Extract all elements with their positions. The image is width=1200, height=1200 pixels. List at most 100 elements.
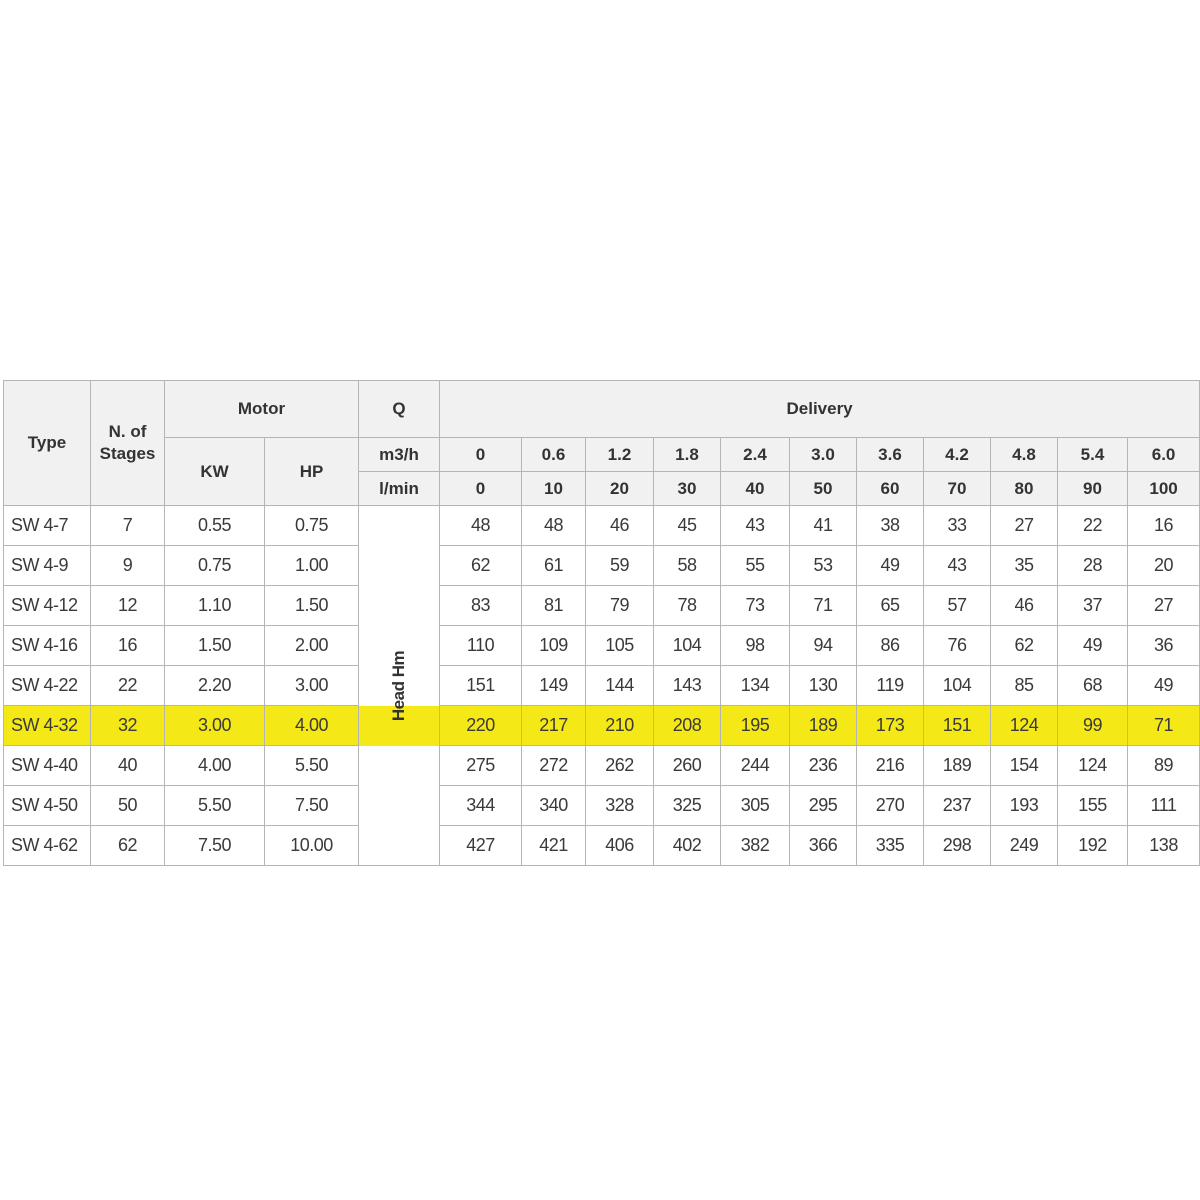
delivery-m3h-cell: 0 (439, 437, 522, 472)
head-value-cell: 83 (439, 585, 522, 626)
head-value-cell: 62 (439, 545, 522, 586)
type-cell: SW 4-12 (3, 585, 91, 626)
head-value-cell: 270 (856, 785, 924, 826)
head-value-cell: 46 (585, 505, 654, 546)
type-cell: SW 4-50 (3, 785, 91, 826)
head-value-cell: 189 (789, 705, 857, 746)
stages-cell: 62 (90, 825, 165, 866)
hp-cell: 0.75 (264, 505, 359, 546)
hp-cell: 2.00 (264, 625, 359, 666)
type-cell: SW 4-7 (3, 505, 91, 546)
head-value-cell: 61 (521, 545, 586, 586)
head-value-cell: 37 (1057, 585, 1128, 626)
delivery-m3h-cell: 0.6 (521, 437, 586, 472)
head-value-cell: 244 (720, 745, 790, 786)
delivery-m3h-cell: 6.0 (1126, 437, 1200, 472)
head-value-cell: 260 (653, 745, 721, 786)
head-value-cell: 104 (653, 625, 721, 666)
delivery-lmin-cell: 70 (923, 471, 991, 506)
head-value-cell: 295 (789, 785, 857, 826)
table-row: SW 4-22 22 2.20 3.00 151 149 144 143 134 130 119 10… (3, 665, 1200, 706)
head-value-cell: 65 (856, 585, 924, 626)
head-value-cell: 45 (653, 505, 721, 546)
head-value-cell: 57 (923, 585, 991, 626)
head-value-cell: 27 (990, 505, 1058, 546)
head-value-cell: 138 (1126, 825, 1200, 866)
stages-cell: 32 (90, 705, 165, 746)
delivery-lmin-cell: 40 (720, 471, 790, 506)
head-value-cell: 402 (653, 825, 721, 866)
head-value-cell: 62 (990, 625, 1058, 666)
kw-cell: 1.50 (164, 625, 265, 666)
head-value-cell: 406 (585, 825, 654, 866)
head-value-cell: 49 (856, 545, 924, 586)
head-value-cell: 151 (439, 665, 522, 706)
head-value-cell: 98 (720, 625, 790, 666)
stages-cell: 40 (90, 745, 165, 786)
table-row: SW 4-32 32 3.00 4.00 220 217 210 208 195 189 173 15… (3, 705, 1200, 746)
kw-cell: 0.55 (164, 505, 265, 546)
head-value-cell: 328 (585, 785, 654, 826)
kw-cell: 3.00 (164, 705, 265, 746)
stages-cell: 22 (90, 665, 165, 706)
head-value-cell: 143 (653, 665, 721, 706)
head-value-cell: 85 (990, 665, 1058, 706)
delivery-lmin-cell: 10 (521, 471, 586, 506)
hp-cell: 3.00 (264, 665, 359, 706)
head-value-cell: 94 (789, 625, 857, 666)
head-value-cell: 124 (1057, 745, 1128, 786)
head-value-cell: 275 (439, 745, 522, 786)
head-value-cell: 154 (990, 745, 1058, 786)
pump-performance-table-container: Type N. of Stages Motor Q Delivery KW HP… (3, 380, 1200, 866)
pump-performance-table: Type N. of Stages Motor Q Delivery KW HP… (3, 380, 1200, 866)
head-value-cell: 78 (653, 585, 721, 626)
head-value-cell: 220 (439, 705, 522, 746)
hp-cell: 5.50 (264, 745, 359, 786)
lmin-unit-header: l/min (358, 471, 440, 506)
head-value-cell: 236 (789, 745, 857, 786)
head-value-cell: 193 (990, 785, 1058, 826)
head-value-cell: 53 (789, 545, 857, 586)
delivery-m3h-cell: 1.8 (653, 437, 721, 472)
hp-cell: 4.00 (264, 705, 359, 746)
head-value-cell: 144 (585, 665, 654, 706)
delivery-m3h-cell: 3.0 (789, 437, 857, 472)
head-value-cell: 76 (923, 625, 991, 666)
delivery-m3h-cell: 1.2 (585, 437, 654, 472)
head-value-cell: 155 (1057, 785, 1128, 826)
kw-header: KW (164, 437, 265, 506)
table-row: SW 4-12 12 1.10 1.50 83 81 79 78 73 71 65 57 46 37 27 (3, 585, 1200, 626)
stages-cell: 16 (90, 625, 165, 666)
table-row: SW 4-50 50 5.50 7.50 344 340 328 325 305 295 270 23… (3, 785, 1200, 826)
delivery-header: Delivery (438, 380, 1200, 438)
kw-cell: 4.00 (164, 745, 265, 786)
head-hm-cell: Head Hm (358, 505, 440, 866)
head-value-cell: 41 (789, 505, 857, 546)
table-row: SW 4-62 62 7.50 10.00 427 421 406 402 382 366 335 2… (3, 825, 1200, 866)
delivery-m3h-cell: 2.4 (720, 437, 790, 472)
hp-cell: 1.50 (264, 585, 359, 626)
head-hm-label: Head Hm (389, 650, 408, 721)
head-value-cell: 110 (439, 625, 522, 666)
head-value-cell: 79 (585, 585, 654, 626)
head-value-cell: 43 (923, 545, 991, 586)
head-value-cell: 366 (789, 825, 857, 866)
head-value-cell: 48 (521, 505, 586, 546)
head-value-cell: 151 (923, 705, 991, 746)
type-cell: SW 4-32 (3, 705, 91, 746)
head-value-cell: 99 (1057, 705, 1128, 746)
type-cell: SW 4-22 (3, 665, 91, 706)
hp-cell: 1.00 (264, 545, 359, 586)
head-value-cell: 335 (856, 825, 924, 866)
stages-cell: 9 (90, 545, 165, 586)
type-cell: SW 4-9 (3, 545, 91, 586)
head-value-cell: 81 (521, 585, 586, 626)
head-value-cell: 298 (923, 825, 991, 866)
head-value-cell: 124 (990, 705, 1058, 746)
head-value-cell: 421 (521, 825, 586, 866)
delivery-lmin-cell: 30 (653, 471, 721, 506)
head-value-cell: 36 (1126, 625, 1200, 666)
head-value-cell: 71 (789, 585, 857, 626)
head-value-cell: 68 (1057, 665, 1128, 706)
delivery-m3h-cell: 4.2 (923, 437, 991, 472)
